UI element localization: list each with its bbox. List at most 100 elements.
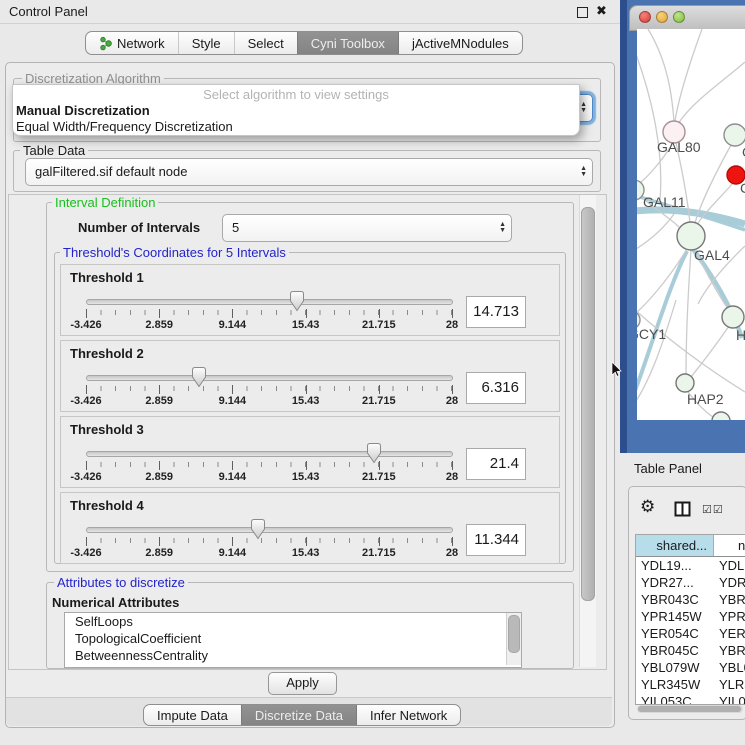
numerical-attributes-list[interactable]: SelfLoopsTopologicalCoefficientBetweenne… xyxy=(64,612,522,668)
table-cell: YDR27... xyxy=(636,574,714,591)
tick-label: 15.43 xyxy=(292,319,320,331)
columns-icon[interactable] xyxy=(674,501,691,517)
major-tick xyxy=(232,309,233,318)
table-data-combobox[interactable]: galFiltered.sif default node ▲▼ xyxy=(25,158,593,186)
vertical-scrollbar-thumb[interactable] xyxy=(581,207,595,601)
checkbox-icons[interactable]: ☑☑ xyxy=(702,503,724,516)
table-data-group-title: Table Data xyxy=(20,143,88,158)
table-row[interactable]: YDL19...YDL1 xyxy=(636,557,745,574)
table-cell: YER054C xyxy=(636,625,714,642)
tick-label: -3.426 xyxy=(70,319,101,331)
major-tick xyxy=(232,385,233,394)
control-panel-title: Control Panel xyxy=(9,4,88,19)
num-intervals-label: Number of Intervals xyxy=(78,220,200,235)
slider-track[interactable] xyxy=(86,375,453,381)
major-tick xyxy=(379,309,380,318)
threshold-value-field[interactable]: 14.713 xyxy=(466,296,526,328)
table-header-row: shared... n xyxy=(636,535,745,557)
table-row[interactable]: YER054CYER0 xyxy=(636,625,745,642)
close-traffic-light-icon[interactable] xyxy=(639,11,651,23)
tick-label: 15.43 xyxy=(292,471,320,483)
tab-jactivemnodules[interactable]: jActiveMNodules xyxy=(398,32,522,54)
threshold-value-field[interactable]: 6.316 xyxy=(466,372,526,404)
major-tick xyxy=(452,461,453,470)
node-table: shared... n YDL19...YDL1YDR27...YDR2YBR0… xyxy=(635,534,745,705)
network-edge xyxy=(675,29,702,121)
tab-impute-data-label: Impute Data xyxy=(157,708,228,723)
tick-label: 9.144 xyxy=(219,319,247,331)
major-tick xyxy=(159,309,160,318)
tick-label: 9.144 xyxy=(219,547,247,559)
table-cell: YBL079W xyxy=(636,659,714,676)
network-node-label: GAL80 xyxy=(657,139,701,155)
tab-network[interactable]: Network xyxy=(86,32,178,54)
apply-button[interactable]: Apply xyxy=(268,672,337,695)
minimize-traffic-light-icon[interactable] xyxy=(656,11,668,23)
combo-arrows-icon: ▲▼ xyxy=(499,215,506,241)
table-cell: YBL0 xyxy=(714,659,745,676)
tab-infer-network[interactable]: Infer Network xyxy=(356,705,460,725)
tab-cyni-toolbox[interactable]: Cyni Toolbox xyxy=(297,32,398,54)
mouse-cursor xyxy=(611,362,622,377)
network-node[interactable] xyxy=(676,374,694,392)
network-nodes: GAL80GACGAL11GAL4GCY1HHAP2 xyxy=(637,121,745,420)
tick-label: 2.859 xyxy=(145,395,173,407)
slider-track[interactable] xyxy=(86,527,453,533)
attribute-item[interactable]: BetweennessCentrality xyxy=(65,647,521,664)
table-row[interactable]: YDR27...YDR2 xyxy=(636,574,745,591)
network-node[interactable] xyxy=(722,306,744,328)
threshold-value-field[interactable]: 21.4 xyxy=(466,448,526,480)
tab-style[interactable]: Style xyxy=(178,32,234,54)
tick-label: -3.426 xyxy=(70,395,101,407)
tab-discretize-data-label: Discretize Data xyxy=(255,708,343,723)
major-tick xyxy=(232,461,233,470)
table-row[interactable]: YBL079WYBL0 xyxy=(636,659,745,676)
tab-impute-data[interactable]: Impute Data xyxy=(144,705,241,725)
popup-item-manual[interactable]: Manual Discretization xyxy=(16,103,150,118)
close-icon[interactable]: ✖ xyxy=(596,3,607,19)
tab-select[interactable]: Select xyxy=(234,32,297,54)
slider-track[interactable] xyxy=(86,299,453,305)
network-node[interactable] xyxy=(724,124,745,146)
table-cell: YPR145W xyxy=(636,608,714,625)
major-tick xyxy=(86,309,87,318)
float-icon[interactable] xyxy=(577,7,588,18)
popup-item-equal-width[interactable]: Equal Width/Frequency Discretization xyxy=(16,119,233,134)
table-row[interactable]: YBR043CYBR0 xyxy=(636,591,745,608)
network-node[interactable] xyxy=(712,412,730,420)
tick-labels: -3.4262.8599.14415.4321.71528 xyxy=(86,395,452,407)
gear-icon[interactable]: ⚙ xyxy=(640,498,655,515)
tab-discretize-data[interactable]: Discretize Data xyxy=(241,705,356,725)
threshold-label: Threshold 3 xyxy=(70,422,144,437)
popup-header: Select algorithm to view settings xyxy=(13,87,579,102)
network-node-label: GCY1 xyxy=(637,326,666,342)
attributes-group-title: Attributes to discretize xyxy=(54,575,188,590)
tick-label: 21.715 xyxy=(362,395,396,407)
table-row[interactable]: YIL053CYIL0 xyxy=(636,693,745,705)
table-row[interactable]: YBR045CYBR0 xyxy=(636,642,745,659)
threshold-value-field[interactable]: 11.344 xyxy=(466,524,526,556)
list-scrollbar-thumb[interactable] xyxy=(508,615,520,653)
num-intervals-combobox[interactable]: 5 ▲▼ xyxy=(222,214,512,242)
table-cell: YIL0 xyxy=(714,693,745,705)
tick-label: 9.144 xyxy=(219,471,247,483)
major-ticks xyxy=(86,309,452,318)
attribute-item[interactable]: TopologicalCoefficient xyxy=(65,630,521,647)
table-header-shared[interactable]: shared... xyxy=(636,535,714,556)
table-cell: YLR345W xyxy=(636,676,714,693)
attribute-item[interactable]: SelfLoops xyxy=(65,613,521,630)
network-canvas[interactable]: GAL80GACGAL11GAL4GCY1HHAP2 xyxy=(637,29,745,420)
application-window: Control Panel ✖ Network Style Select xyxy=(0,0,745,745)
table-row[interactable]: YPR145WYPR1 xyxy=(636,608,745,625)
network-node[interactable] xyxy=(677,222,705,250)
threshold-list: Threshold 1 -3.4262.8599.14415.4321.7152… xyxy=(60,264,560,568)
table-hscrollbar-thumb[interactable] xyxy=(638,706,741,712)
table-cell: YBR0 xyxy=(714,642,745,659)
tick-label: 2.859 xyxy=(145,547,173,559)
table-row[interactable]: YLR345WYLR3 xyxy=(636,676,745,693)
major-tick xyxy=(379,537,380,546)
table-header-name[interactable]: n xyxy=(714,535,745,556)
slider-track[interactable] xyxy=(86,451,453,457)
network-edge xyxy=(637,214,674,258)
zoom-traffic-light-icon[interactable] xyxy=(673,11,685,23)
